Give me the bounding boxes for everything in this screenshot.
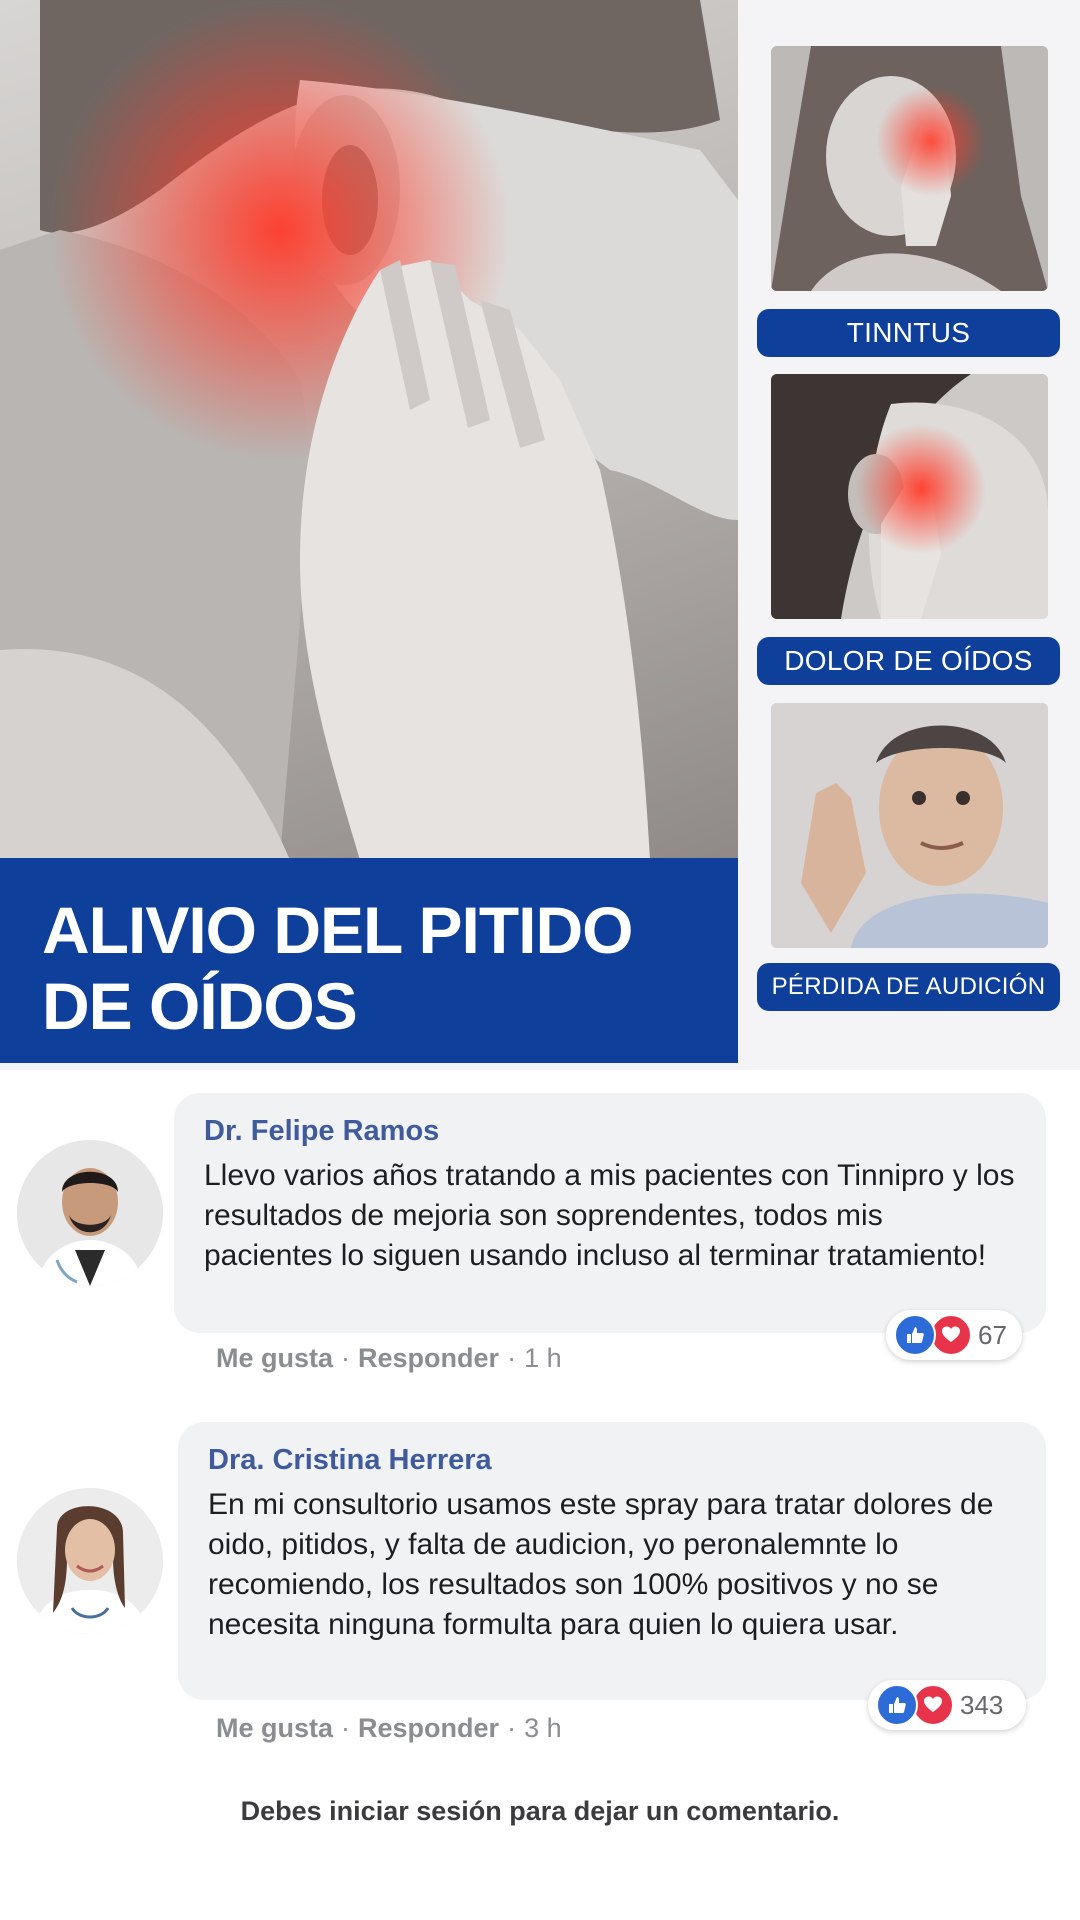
reaction-count: 67 xyxy=(978,1319,1007,1350)
comment-bubble: Dr. Felipe Ramos Llevo varios años trata… xyxy=(174,1093,1046,1333)
login-required-note: Debes iniciar sesión para dejar un comen… xyxy=(240,1796,840,1826)
comment-author[interactable]: Dra. Cristina Herrera xyxy=(208,1444,1016,1477)
comment-actions: Me gusta · Responder · 3 h xyxy=(216,1713,562,1744)
label-ear-pain: DOLOR DE OÍDOS xyxy=(757,637,1060,685)
like-icon xyxy=(876,1684,918,1726)
product-banner: ALIVIO DEL PITIDO DE OÍDOS TINNTUS DOLOR… xyxy=(0,0,1080,1070)
banner-title-line-2: DE OÍDOS xyxy=(42,969,358,1043)
comment-text: Llevo varios años tratando a mis pacient… xyxy=(204,1159,1015,1272)
label-tinnitus: TINNTUS xyxy=(757,309,1060,357)
separator-dot: · xyxy=(507,1713,517,1743)
hero-image-woman-ear-pain xyxy=(0,0,738,860)
separator-dot: · xyxy=(341,1713,351,1743)
separator-dot: · xyxy=(341,1343,351,1373)
banner-title-line-1: ALIVIO DEL PITIDO xyxy=(42,893,634,967)
comment-author[interactable]: Dr. Felipe Ramos xyxy=(204,1115,1016,1148)
separator-dot: · xyxy=(507,1343,517,1373)
reaction-summary[interactable]: 343 xyxy=(868,1680,1026,1730)
title-band: ALIVIO DEL PITIDO DE OÍDOS xyxy=(0,858,738,1063)
reply-link[interactable]: Responder xyxy=(358,1343,499,1373)
label-hearing-loss: PÉRDIDA DE AUDICIÓN xyxy=(757,963,1060,1011)
thumbnail-hearing-loss xyxy=(771,703,1048,948)
love-icon xyxy=(912,1684,954,1726)
thumbnail-ear-pain xyxy=(771,374,1048,619)
comment-text: En mi consultorio usamos este spray para… xyxy=(208,1488,994,1641)
love-icon xyxy=(930,1314,972,1356)
avatar[interactable] xyxy=(17,1140,163,1286)
reaction-summary[interactable]: 67 xyxy=(886,1310,1022,1360)
like-link[interactable]: Me gusta xyxy=(216,1713,333,1743)
reply-link[interactable]: Responder xyxy=(358,1713,499,1743)
thumbnail-tinnitus xyxy=(771,46,1048,291)
reaction-count: 343 xyxy=(960,1689,1004,1720)
like-link[interactable]: Me gusta xyxy=(216,1343,333,1373)
comment-time[interactable]: 3 h xyxy=(524,1713,562,1743)
comment-actions: Me gusta · Responder · 1 h xyxy=(216,1343,562,1374)
comment-bubble: Dra. Cristina Herrera En mi consultorio … xyxy=(178,1422,1046,1700)
avatar[interactable] xyxy=(17,1488,163,1634)
comment-time[interactable]: 1 h xyxy=(524,1343,562,1373)
like-icon xyxy=(894,1314,936,1356)
